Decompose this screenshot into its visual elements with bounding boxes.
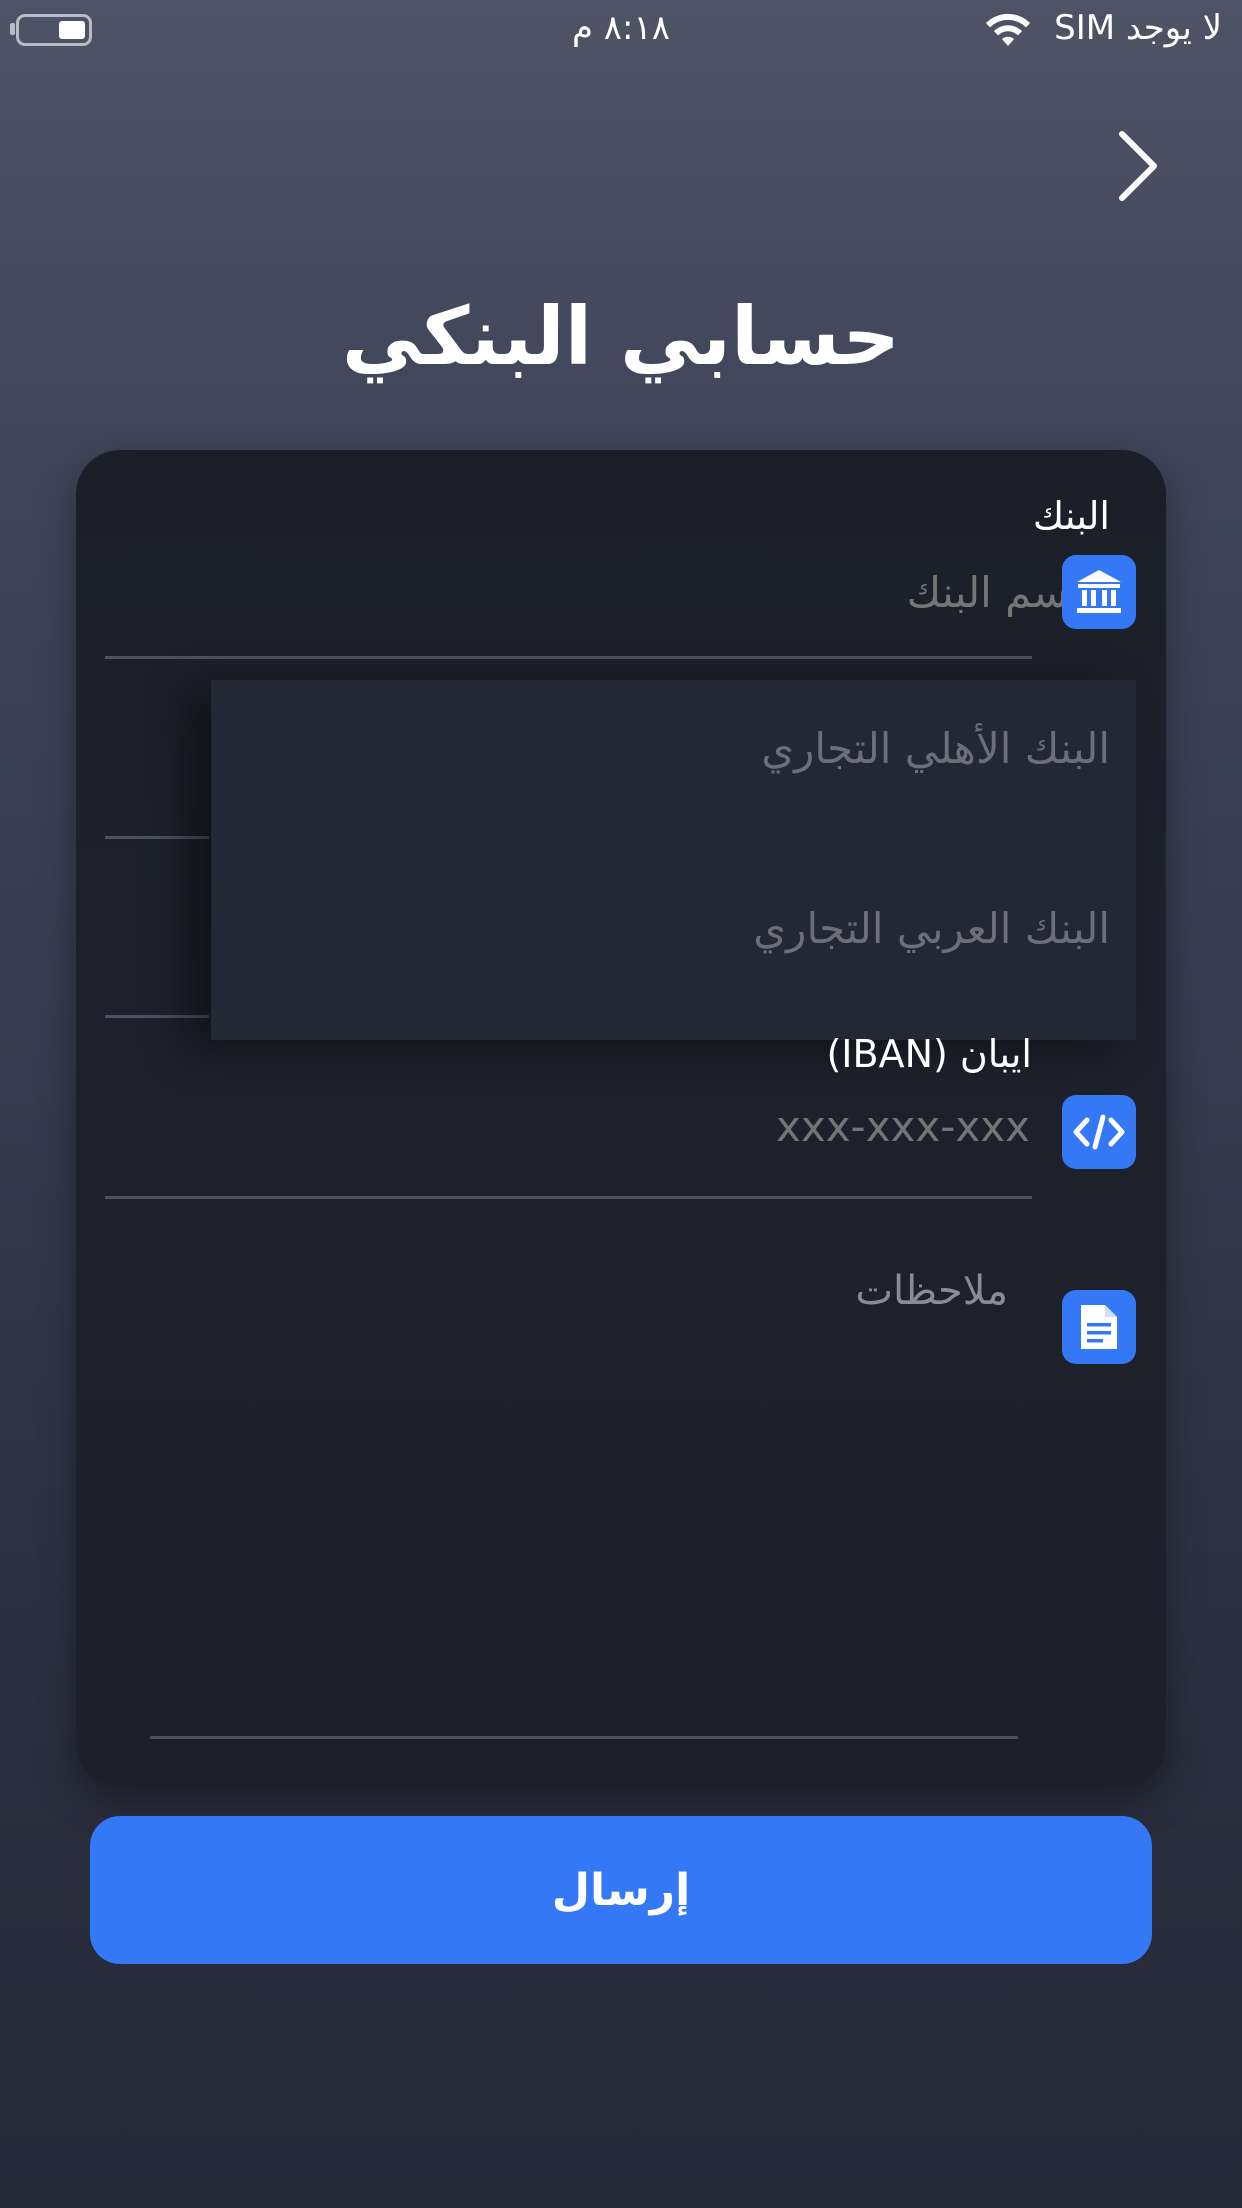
chevron-right-icon xyxy=(1119,131,1157,201)
dropdown-option[interactable]: البنك الأهلي التجاري xyxy=(761,724,1110,773)
iban-underline xyxy=(105,1196,1032,1199)
page-title: حسابي البنكي xyxy=(341,290,901,383)
status-carrier: لا يوجد SIM xyxy=(1054,8,1222,48)
iban-label: ايبان (IBAN) xyxy=(826,1032,1032,1076)
dropdown-divider xyxy=(105,1015,209,1018)
notes-icon-box xyxy=(1062,1290,1136,1364)
notes-underline xyxy=(150,1736,1018,1739)
submit-button[interactable]: إرسال xyxy=(90,1816,1152,1964)
form-card: البنك البنك الأهلي التجاري البنك العربي … xyxy=(76,450,1166,1788)
bank-icon xyxy=(1077,570,1121,613)
document-icon xyxy=(1081,1305,1117,1349)
dropdown-option[interactable]: البنك العربي التجاري xyxy=(753,904,1110,953)
status-time: ٨:١٨ م xyxy=(571,8,671,48)
bank-name-input[interactable] xyxy=(106,562,1080,622)
bank-dropdown: البنك الأهلي التجاري البنك العربي التجار… xyxy=(211,680,1136,1040)
wifi-icon xyxy=(986,13,1030,46)
battery-icon xyxy=(16,14,92,46)
bank-underline xyxy=(105,656,1032,659)
iban-icon-box xyxy=(1062,1095,1136,1169)
notes-placeholder: ملاحظات xyxy=(855,1268,1008,1314)
status-bar: ٨:١٨ م لا يوجد SIM xyxy=(0,0,1242,60)
code-icon xyxy=(1073,1114,1125,1150)
iban-input[interactable] xyxy=(106,1098,1030,1154)
back-button[interactable] xyxy=(1108,126,1168,206)
dropdown-divider xyxy=(105,836,209,839)
bank-label: البنك xyxy=(1032,494,1110,538)
battery-cap xyxy=(10,23,15,35)
bank-icon-box xyxy=(1062,555,1136,629)
